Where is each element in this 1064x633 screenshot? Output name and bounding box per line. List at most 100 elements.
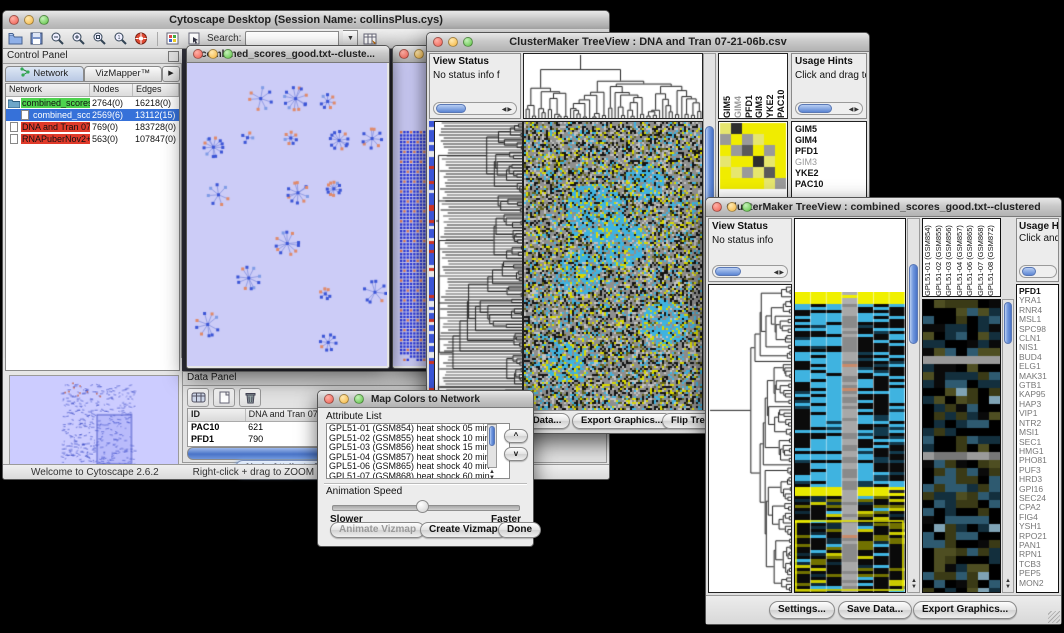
export-graphics-button[interactable]: Export Graphics...	[913, 601, 1017, 619]
gene-label[interactable]: MON2	[1019, 579, 1056, 588]
minimize-button[interactable]	[208, 49, 218, 59]
scroll-arrows[interactable]: ◀▶	[849, 106, 860, 113]
gene-label[interactable]: MSI1	[1019, 428, 1056, 437]
col-nodes[interactable]: Nodes	[90, 84, 133, 96]
tv2-main-vscrollbar[interactable]: ▲▼	[907, 218, 920, 593]
close-button[interactable]	[9, 15, 19, 25]
attribute-grid-icon[interactable]	[187, 388, 209, 407]
minimize-button[interactable]	[339, 394, 349, 404]
tv2-titlebar[interactable]: ClusterMaker TreeView : combined_scores_…	[706, 198, 1061, 217]
attribute-list-vscrollbar[interactable]	[487, 424, 497, 468]
network-row[interactable]: RNAPuberNov2+563(0)107847(0)	[6, 133, 179, 145]
gene-label[interactable]: TCB3	[1019, 560, 1056, 569]
gene-label[interactable]: VIP1	[1019, 409, 1056, 418]
network-row[interactable]: DNA and Tran 07769(0)183728(0)	[6, 121, 179, 133]
attr-col-id[interactable]: ID	[188, 409, 246, 421]
gene-label[interactable]: KAP95	[1019, 390, 1056, 399]
save-data-button[interactable]: Save Data...	[838, 601, 912, 619]
new-attribute-icon[interactable]	[213, 388, 235, 407]
gene-label[interactable]: HMG1	[1019, 447, 1056, 456]
gene-label[interactable]: GIM5	[795, 124, 863, 135]
settings-button[interactable]: Settings...	[769, 601, 835, 619]
zoom-selected-icon[interactable]	[91, 31, 108, 46]
float-panel-icon[interactable]	[168, 51, 179, 62]
gene-label[interactable]: PUF3	[1019, 466, 1056, 475]
gene-label[interactable]: CPA2	[1019, 503, 1056, 512]
network-row[interactable]: combined_sco2569(6)13112(15)	[6, 109, 179, 121]
network-graph-canvas[interactable]	[187, 63, 387, 366]
zoom-button[interactable]	[463, 37, 473, 47]
close-button[interactable]	[324, 394, 334, 404]
gene-label[interactable]: ELG1	[1019, 362, 1056, 371]
scroll-arrows[interactable]: ◀▶	[774, 269, 785, 276]
move-down-button[interactable]: v	[504, 447, 528, 461]
help-lifering-icon[interactable]	[133, 31, 150, 46]
gene-label[interactable]: RPO21	[1019, 532, 1056, 541]
zoom-button[interactable]	[742, 202, 752, 212]
resize-grip[interactable]	[1048, 611, 1060, 623]
close-button[interactable]	[193, 49, 203, 59]
donebutton[interactable]: Done	[498, 522, 541, 538]
zoom-button[interactable]	[39, 15, 49, 25]
save-icon[interactable]	[28, 31, 45, 46]
gene-label[interactable]: GPI16	[1019, 485, 1056, 494]
list-scroll-arrows[interactable]: ▲▼	[489, 469, 496, 481]
tv1-status-hscrollbar[interactable]: ◀▶	[433, 102, 517, 115]
col-edges[interactable]: Edges	[133, 84, 179, 96]
gene-label[interactable]: PFD1	[1019, 287, 1056, 296]
tv1-heatmap[interactable]	[523, 121, 703, 411]
gene-label[interactable]: SPC98	[1019, 325, 1056, 334]
annotation-icon[interactable]	[186, 31, 203, 46]
delete-attribute-icon[interactable]	[239, 388, 261, 407]
tv2-row-dendrogram[interactable]	[708, 284, 792, 593]
tv1-titlebar[interactable]: ClusterMaker TreeView : DNA and Tran 07-…	[427, 33, 869, 52]
gene-label[interactable]: HAP3	[1019, 400, 1056, 409]
gene-label[interactable]: MSL1	[1019, 315, 1056, 324]
gene-label[interactable]: YRA1	[1019, 296, 1056, 305]
gene-label[interactable]: YSH1	[1019, 522, 1056, 531]
export-graphics-button[interactable]: Export Graphics...	[572, 413, 672, 429]
gene-label[interactable]: RPN1	[1019, 550, 1056, 559]
move-up-button[interactable]: ^	[504, 429, 528, 443]
gene-label[interactable]: GIM4	[795, 135, 863, 146]
gene-label[interactable]: RNR4	[1019, 306, 1056, 315]
dialog-titlebar[interactable]: Map Colors to Network	[318, 391, 533, 408]
minimize-button[interactable]	[448, 37, 458, 47]
gene-label[interactable]: PAN1	[1019, 541, 1056, 550]
gene-label[interactable]: BUD4	[1019, 353, 1056, 362]
tv2-heatmap-area[interactable]	[794, 218, 906, 593]
search-input[interactable]	[245, 31, 339, 46]
gene-label[interactable]: MAK31	[1019, 372, 1056, 381]
tv2-detail-vscrollbar[interactable]: ▲▼	[1002, 299, 1014, 593]
gene-label[interactable]: PFD1	[795, 146, 863, 157]
minimize-button[interactable]	[727, 202, 737, 212]
close-button[interactable]	[712, 202, 722, 212]
network-overview-birdseye[interactable]	[9, 375, 179, 471]
create-vizmapbutton[interactable]: Create Vizmap	[420, 522, 507, 538]
gene-label[interactable]: SEC24	[1019, 494, 1056, 503]
tv1-usage-hscrollbar[interactable]: ◀▶	[795, 102, 863, 115]
zoom-in-icon[interactable]	[70, 31, 87, 46]
gene-label[interactable]: GIM3	[795, 157, 863, 168]
minimize-button[interactable]	[24, 15, 34, 25]
gene-label[interactable]: GTB1	[1019, 381, 1056, 390]
gene-label[interactable]: NIS1	[1019, 343, 1056, 352]
tv2-detail-heatmap[interactable]	[922, 299, 1001, 593]
slider-thumb[interactable]	[416, 500, 429, 513]
gene-label[interactable]: NTR2	[1019, 419, 1056, 428]
col-network[interactable]: Network	[6, 84, 90, 96]
attribute-table-icon[interactable]	[362, 31, 379, 46]
network-row[interactable]: combined_scores2764(0)16218(0)	[6, 97, 179, 109]
tv2-usage-hscrollbar[interactable]	[1019, 265, 1057, 278]
gene-label[interactable]: SEC1	[1019, 438, 1056, 447]
scroll-arrows[interactable]: ◀▶	[502, 106, 513, 113]
gene-label[interactable]: FIG4	[1019, 513, 1056, 522]
tv1-column-dendrogram[interactable]	[523, 53, 703, 119]
tab-network[interactable]: Network	[5, 66, 84, 82]
gene-label[interactable]: YKE2	[795, 168, 863, 179]
close-button[interactable]	[433, 37, 443, 47]
vizmapper-icon[interactable]	[165, 31, 182, 46]
zoom-out-icon[interactable]	[49, 31, 66, 46]
gene-label[interactable]: HRD3	[1019, 475, 1056, 484]
tv1-row-dendrogram[interactable]	[434, 121, 523, 411]
